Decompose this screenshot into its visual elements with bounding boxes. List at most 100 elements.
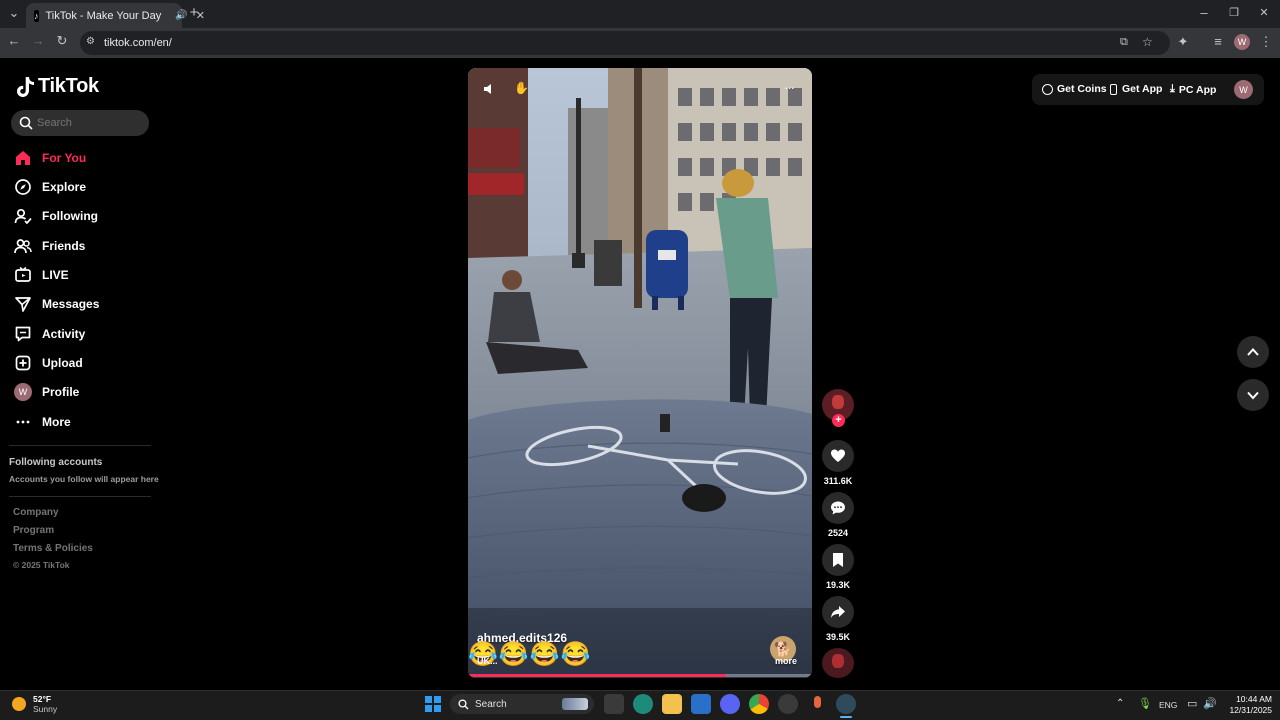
mic-tray-icon[interactable]: 🎙 [1138, 697, 1152, 710]
taskbar-search[interactable]: Search [450, 694, 594, 714]
nav-live[interactable]: LIVE [14, 263, 69, 287]
volume-icon[interactable] [482, 82, 496, 96]
volume-tray-icon[interactable]: 🔊 [1203, 697, 1217, 710]
nav-label: Activity [42, 327, 86, 341]
bookmark-star-icon[interactable]: ☆ [1142, 35, 1153, 49]
browser-profile-avatar[interactable]: W [1234, 34, 1250, 50]
back-icon[interactable]: ← [6, 34, 22, 50]
nav-more[interactable]: More [14, 410, 71, 434]
tray-chevron-icon[interactable]: ⌃ [1116, 698, 1124, 709]
address-bar[interactable]: ⚙ tiktok.com/en/ ⧉ ☆ [80, 31, 1170, 55]
upload-icon [15, 355, 31, 371]
browser-menu-icon[interactable]: ⋮ [1258, 35, 1274, 51]
avatar: W [14, 383, 32, 401]
steam-icon[interactable] [778, 694, 798, 714]
messages-icon [15, 297, 31, 312]
chrome-profile-icon[interactable] [836, 694, 856, 714]
tab-list-chevron-icon[interactable]: ⌄ [6, 6, 22, 22]
video-caption-tag: UK... [477, 656, 498, 666]
browser-tab[interactable]: ♪ TikTok - Make Your Day 🔊 ✕ [26, 3, 205, 28]
clock-time: 10:44 AM [1236, 694, 1272, 704]
pc-app-button[interactable]: ⤓ PC App [1170, 83, 1216, 96]
get-coins-button[interactable]: Get Coins [1042, 83, 1107, 95]
chrome-icon[interactable] [749, 694, 769, 714]
nav-upload[interactable]: Upload [14, 351, 83, 375]
clock-date: 12/31/2025 [1229, 705, 1272, 715]
caption-more-link[interactable]: more [775, 656, 797, 666]
discord-icon[interactable] [720, 694, 740, 714]
comment-button[interactable] [822, 492, 854, 524]
microphone-app-icon[interactable] [807, 694, 827, 714]
sidebar-search[interactable] [11, 110, 149, 136]
forward-icon[interactable]: → [30, 34, 46, 50]
chevron-down-icon [1247, 391, 1259, 400]
clock[interactable]: 10:44 AM 12/31/2025 [1222, 694, 1272, 716]
browser-tab-strip: ⌄ ♪ TikTok - Make Your Day 🔊 ✕ + – ❐ ✕ [0, 0, 1280, 28]
taskbar-search-label: Search [475, 698, 507, 710]
file-explorer-icon[interactable] [662, 694, 682, 714]
search-input[interactable] [37, 117, 137, 129]
header-profile-avatar[interactable]: W [1234, 80, 1253, 99]
sidebar-divider [9, 445, 151, 446]
nav-profile[interactable]: W Profile [14, 380, 79, 404]
compass-icon [15, 179, 31, 195]
nav-label: For You [42, 151, 87, 165]
nav-label: Following [42, 209, 98, 223]
nav-label: Explore [42, 180, 87, 194]
extensions-icon[interactable]: ✦ [1175, 35, 1191, 51]
following-icon [14, 208, 32, 225]
nav-label: More [42, 415, 71, 429]
nav-following[interactable]: Following [14, 204, 98, 228]
weather-widget[interactable]: 52°F Sunny [12, 694, 57, 714]
like-count: 311.6K [823, 476, 853, 486]
footer-link-program[interactable]: Program [13, 525, 54, 536]
site-info-icon[interactable]: ⚙ [86, 36, 95, 47]
video-player[interactable]: ✋ ··· ahmed.edits126 😂😂😂😂 UK... 🐕 more [468, 68, 812, 678]
maximize-icon[interactable]: ❐ [1226, 6, 1242, 22]
bookmark-icon [833, 553, 843, 567]
like-button[interactable] [822, 440, 854, 472]
minimize-icon[interactable]: – [1196, 6, 1212, 22]
follow-plus-icon[interactable]: + [832, 414, 845, 427]
comment-count: 2524 [827, 528, 849, 538]
search-icon [458, 698, 469, 709]
nav-messages[interactable]: Messages [14, 292, 99, 316]
share-button[interactable] [822, 596, 854, 628]
search-highlight-icon [562, 698, 588, 710]
more-icon [16, 420, 30, 424]
chevron-up-icon [1247, 348, 1259, 356]
nav-label: LIVE [42, 268, 69, 282]
nav-explore[interactable]: Explore [14, 175, 86, 199]
reload-icon[interactable]: ↻ [54, 34, 70, 50]
copyright: © 2025 TikTok [13, 560, 70, 570]
language-indicator[interactable]: ENG [1159, 700, 1177, 710]
video-options-icon[interactable]: ··· [784, 80, 795, 95]
footer-link-company[interactable]: Company [13, 507, 59, 518]
next-video-button[interactable] [1237, 379, 1269, 411]
previous-video-button[interactable] [1237, 336, 1269, 368]
activity-icon [15, 326, 31, 342]
get-app-button[interactable]: Get App [1110, 83, 1162, 95]
tiktok-logo[interactable]: TikTok [16, 75, 99, 98]
comment-icon [831, 501, 845, 515]
media-controls-icon[interactable]: ≡ [1210, 35, 1226, 51]
hand-cursor-icon: ✋ [514, 81, 529, 95]
nav-label: Profile [42, 385, 80, 399]
task-view-icon[interactable] [604, 694, 624, 714]
footer-link-terms[interactable]: Terms & Policies [13, 543, 93, 554]
start-button[interactable] [425, 696, 441, 712]
nav-label: Upload [42, 356, 83, 370]
nav-friends[interactable]: Friends [14, 234, 85, 258]
network-icon[interactable]: ▭ [1187, 697, 1197, 710]
save-button[interactable] [822, 544, 854, 576]
video-progress-track[interactable] [468, 674, 812, 677]
install-app-icon[interactable]: ⧉ [1120, 36, 1128, 49]
store-icon[interactable] [691, 694, 711, 714]
nav-activity[interactable]: Activity [14, 322, 85, 346]
edge-icon[interactable] [633, 694, 653, 714]
window-close-icon[interactable]: ✕ [1256, 6, 1272, 22]
windows-logo-icon [425, 696, 432, 703]
nav-for-you[interactable]: For You [14, 146, 86, 170]
new-tab-icon[interactable]: + [186, 5, 202, 22]
sound-disc[interactable] [822, 648, 854, 678]
